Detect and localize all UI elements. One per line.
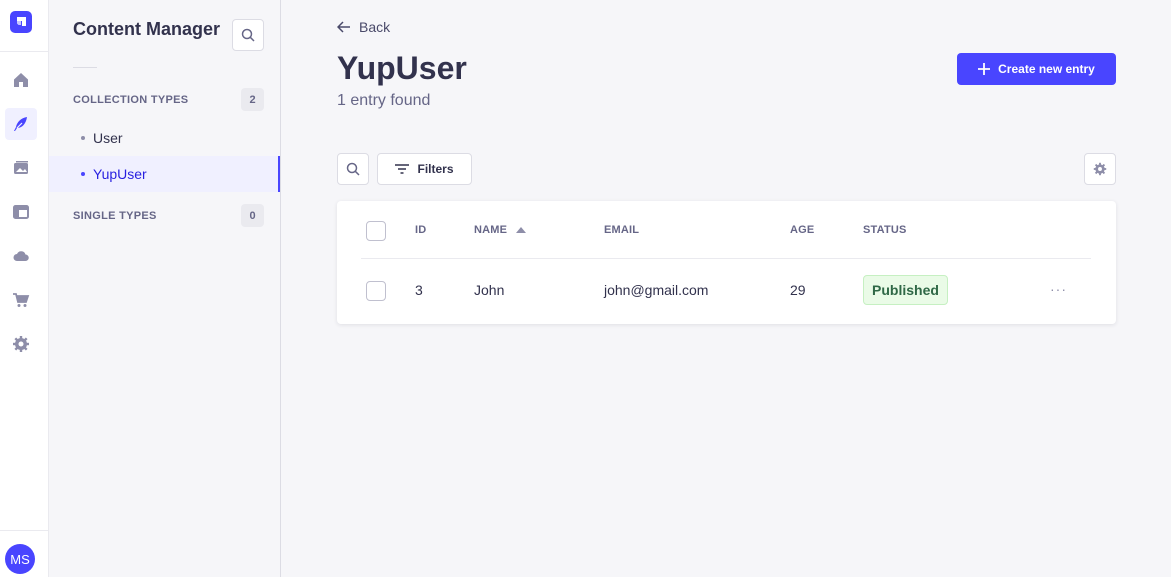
cell-age: 29 — [790, 282, 806, 298]
bullet-icon — [81, 136, 85, 140]
filters-button[interactable]: Filters — [377, 153, 472, 185]
gear-icon — [1093, 162, 1107, 176]
user-avatar[interactable]: MS — [5, 544, 35, 574]
view-settings-button[interactable] — [1084, 153, 1116, 185]
column-header-id[interactable]: ID — [415, 224, 426, 236]
collection-types-count: 2 — [241, 88, 264, 111]
cell-id: 3 — [415, 282, 423, 298]
plus-icon — [978, 63, 991, 75]
cell-email: john@gmail.com — [604, 282, 709, 298]
column-header-status[interactable]: STATUS — [863, 224, 907, 236]
search-icon — [346, 162, 360, 176]
table-search-button[interactable] — [337, 153, 369, 185]
rail-divider — [0, 51, 49, 52]
select-all-checkbox[interactable] — [366, 221, 386, 241]
single-types-label[interactable]: SINGLE TYPES — [73, 210, 157, 222]
feather-icon[interactable] — [5, 108, 37, 140]
entries-table: ID NAME EMAIL AGE STATUS 3 John john@gma… — [337, 201, 1116, 324]
main-nav-rail: MS — [0, 0, 49, 577]
back-label: Back — [359, 19, 391, 35]
filter-icon — [395, 164, 410, 174]
subnav-item-label: User — [93, 130, 123, 146]
search-icon — [241, 28, 255, 42]
entry-count: 1 entry found — [337, 92, 431, 109]
row-more-actions-button[interactable]: ··· — [1050, 281, 1067, 297]
subnav-title: Content Manager — [73, 19, 221, 39]
page-title: YupUser — [337, 50, 467, 86]
content-manager-subnav: Content Manager COLLECTION TYPES 2 User … — [49, 0, 281, 577]
column-header-age[interactable]: AGE — [790, 224, 814, 236]
column-header-name[interactable]: NAME — [474, 224, 527, 236]
create-button-label: Create new entry — [998, 62, 1095, 76]
arrow-left-icon — [337, 21, 350, 33]
gear-icon[interactable] — [5, 328, 37, 360]
sort-asc-icon — [516, 227, 527, 233]
header-divider — [361, 258, 1091, 259]
back-link[interactable]: Back — [337, 19, 390, 35]
status-badge: Published — [863, 275, 948, 305]
subnav-item-user[interactable]: User — [49, 120, 280, 156]
subnav-item-label: YupUser — [93, 166, 147, 182]
bullet-icon — [81, 172, 85, 176]
row-checkbox[interactable] — [366, 281, 386, 301]
subnav-divider — [73, 67, 97, 68]
filters-label: Filters — [417, 162, 454, 176]
layout-icon[interactable] — [5, 196, 37, 228]
media-icon[interactable] — [5, 152, 37, 184]
column-header-email[interactable]: EMAIL — [604, 224, 639, 236]
cloud-icon[interactable] — [5, 240, 37, 272]
single-types-count: 0 — [241, 204, 264, 227]
subnav-search-button[interactable] — [232, 19, 264, 51]
cart-icon[interactable] — [5, 284, 37, 316]
rail-bottom-divider — [0, 530, 49, 531]
subnav-item-yupuser[interactable]: YupUser — [49, 156, 280, 192]
strapi-logo-icon[interactable] — [10, 11, 32, 33]
collection-types-label[interactable]: COLLECTION TYPES — [73, 94, 188, 106]
create-new-entry-button[interactable]: Create new entry — [957, 53, 1116, 85]
cell-name: John — [474, 282, 505, 298]
home-icon[interactable] — [5, 64, 37, 96]
